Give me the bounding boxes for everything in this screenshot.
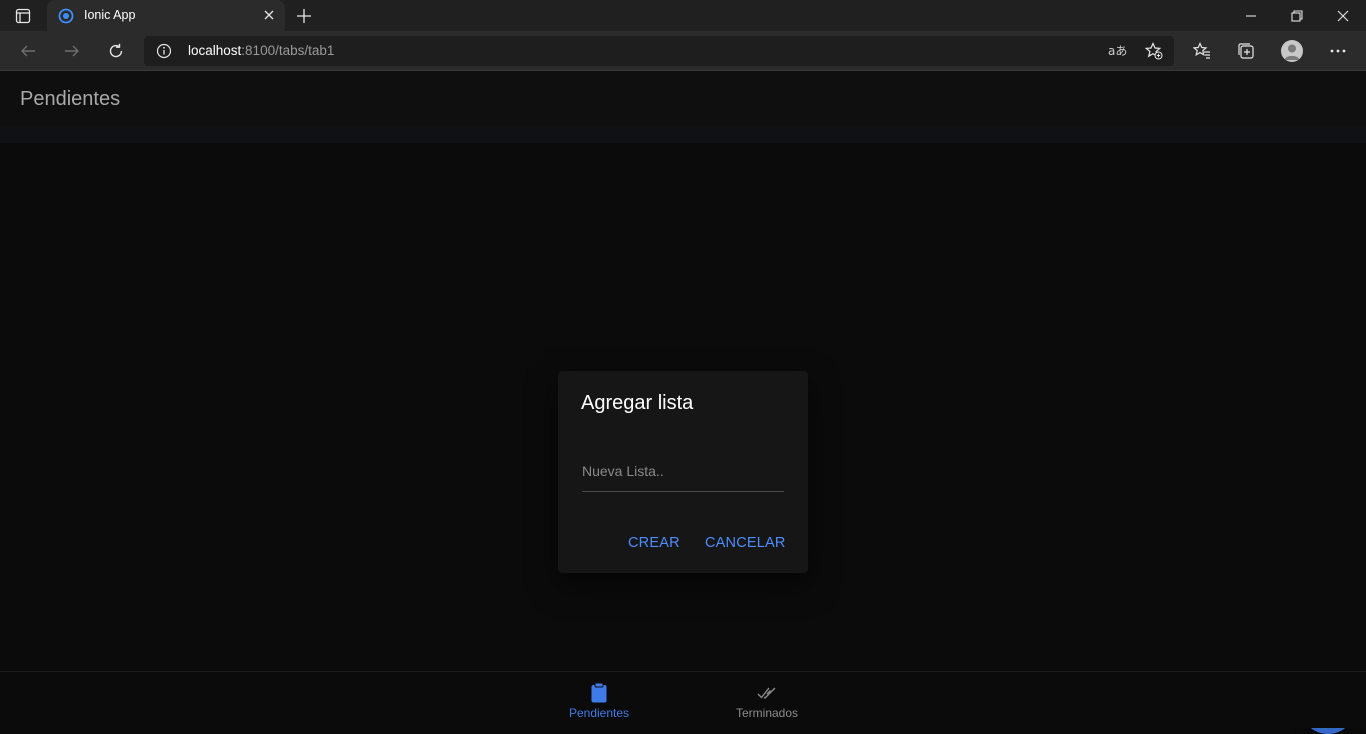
translate-icon: aあ <box>1108 44 1127 58</box>
url-path: :8100/tabs/tab1 <box>241 43 335 58</box>
profile-avatar[interactable] <box>1281 40 1303 62</box>
info-icon[interactable] <box>156 43 172 59</box>
close-icon <box>1337 10 1349 21</box>
app-header: Pendientes <box>0 71 1366 127</box>
add-favorite-button[interactable] <box>1143 41 1165 61</box>
tab-actions-button[interactable] <box>0 0 46 31</box>
minimize-icon <box>1246 14 1256 17</box>
create-button[interactable]: CREAR <box>628 535 680 551</box>
close-icon <box>264 10 274 20</box>
arrow-right-icon <box>65 45 79 57</box>
tab-actions-icon <box>15 8 31 23</box>
collections-button[interactable] <box>1232 37 1260 65</box>
browser-tab-active[interactable]: Ionic App <box>47 0 285 31</box>
more-icon <box>1330 49 1346 53</box>
translate-button[interactable]: aあ <box>1107 41 1129 61</box>
url-host: localhost <box>188 43 242 58</box>
star-add-icon <box>1145 42 1163 60</box>
page-content: Agregar lista CREAR CANCELAR <box>0 143 1366 734</box>
page-title: Pendientes <box>20 88 121 110</box>
arrow-left-icon <box>21 45 35 57</box>
restore-icon <box>1291 9 1303 22</box>
tab-close-button[interactable] <box>261 7 277 23</box>
clipboard-icon-wrap <box>589 682 609 704</box>
more-options-button[interactable] <box>1324 37 1352 65</box>
add-list-dialog: Agregar lista CREAR CANCELAR <box>558 371 808 573</box>
minimize-button[interactable] <box>1228 0 1274 31</box>
forward-button[interactable] <box>56 35 88 67</box>
done-all-icon-wrap <box>757 682 777 704</box>
tab-terminados[interactable]: Terminados <box>702 672 832 729</box>
restore-button[interactable] <box>1274 0 1320 31</box>
header-divider <box>0 127 1366 143</box>
new-list-input[interactable] <box>582 451 784 492</box>
refresh-button[interactable] <box>100 35 132 67</box>
done-all-icon <box>757 687 776 699</box>
plus-icon <box>297 8 311 23</box>
tab-pendientes[interactable]: Pendientes <box>534 672 664 729</box>
back-button[interactable] <box>12 35 44 67</box>
svg-text:aあ: aあ <box>1108 44 1127 58</box>
tab-label: Pendientes <box>568 706 630 720</box>
dialog-title: Agregar lista <box>581 392 694 414</box>
bottom-tab-bar: Pendientes Terminados <box>0 671 1366 728</box>
browser-toolbar: localhost:8100/tabs/tab1 aあ <box>0 31 1366 71</box>
browser-tab-strip: Ionic App <box>0 0 1366 31</box>
favorites-icon <box>1193 42 1210 59</box>
tab-label: Terminados <box>735 706 799 720</box>
clipboard-icon <box>591 683 607 703</box>
browser-tab-title: Ionic App <box>84 8 136 22</box>
address-bar[interactable]: localhost:8100/tabs/tab1 aあ <box>144 36 1174 66</box>
ionic-favicon-icon <box>58 8 74 24</box>
new-tab-button[interactable] <box>290 3 318 28</box>
collections-icon <box>1238 43 1254 59</box>
url-text[interactable]: localhost:8100/tabs/tab1 <box>188 43 334 58</box>
cancel-button[interactable]: CANCELAR <box>705 535 786 551</box>
favorites-button[interactable] <box>1188 37 1216 65</box>
user-icon <box>1284 44 1300 60</box>
ionic-app: Pendientes Agregar lista CREAR CANCELAR … <box>0 71 1366 734</box>
window-close-button[interactable] <box>1320 0 1366 31</box>
refresh-icon <box>109 43 123 58</box>
